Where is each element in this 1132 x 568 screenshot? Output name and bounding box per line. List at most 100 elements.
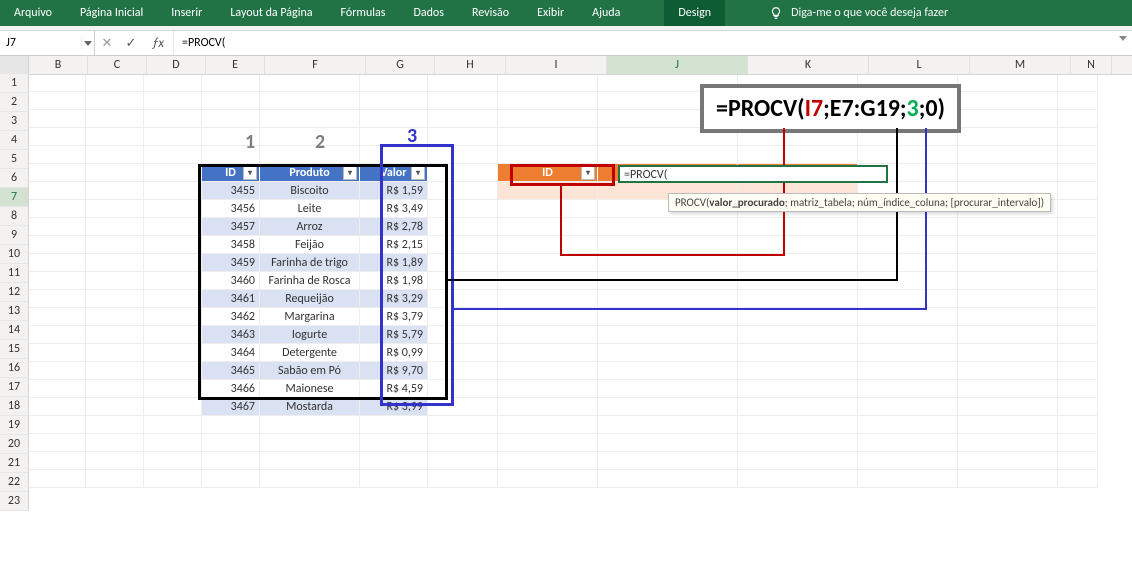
cell-C9[interactable] [86,218,144,236]
cell-D14[interactable] [144,308,202,326]
filter-icon[interactable]: ▾ [243,166,257,180]
cell-F2[interactable] [260,92,360,110]
cell-B19[interactable] [28,398,86,416]
row-header-18[interactable]: 18 [0,397,28,416]
cell-N5[interactable] [1058,146,1098,164]
cell-H2[interactable] [428,92,498,110]
cell-K12[interactable] [738,272,858,290]
cell-M14[interactable] [958,308,1058,326]
cell-I1[interactable] [498,74,598,92]
cell-N3[interactable] [1058,110,1098,128]
cell-K5[interactable] [738,146,858,164]
cell-H4[interactable] [428,128,498,146]
cell-J4[interactable] [598,128,738,146]
col-header-D[interactable]: D [147,56,206,74]
cell-J21[interactable] [598,434,738,452]
formula-input[interactable] [174,36,1114,50]
cell-L22[interactable] [858,452,958,470]
cell-C12[interactable] [86,272,144,290]
cell-E1[interactable] [202,74,260,92]
name-box[interactable] [0,36,81,50]
cell-G16[interactable]: R$ 0,99 [360,344,428,362]
cell-N6[interactable] [1058,164,1098,182]
cell-D7[interactable] [144,182,202,200]
filter-icon[interactable]: ▾ [581,166,595,180]
cell-G15[interactable]: R$ 5,79 [360,326,428,344]
cell-H20[interactable] [428,416,498,434]
cell-L6[interactable] [858,164,958,182]
cell-B6[interactable] [28,164,86,182]
tab-layout[interactable]: Layout da Página [216,0,326,26]
cell-B1[interactable] [28,74,86,92]
cell-B11[interactable] [28,254,86,272]
cell-H15[interactable] [428,326,498,344]
cell-J23[interactable] [598,470,738,488]
cell-B3[interactable] [28,110,86,128]
cell-N21[interactable] [1058,434,1098,452]
cell-F19[interactable]: Mostarda [260,398,360,416]
cell-F3[interactable] [260,110,360,128]
row-header-2[interactable]: 2 [0,93,28,112]
col-header-G[interactable]: G [366,56,435,74]
cell-G14[interactable]: R$ 3,79 [360,308,428,326]
cell-F18[interactable]: Maionese [260,380,360,398]
cell-E19[interactable]: 3467 [202,398,260,416]
cell-L12[interactable] [858,272,958,290]
row-header-9[interactable]: 9 [0,226,28,245]
cell-D20[interactable] [144,416,202,434]
cell-B17[interactable] [28,362,86,380]
cell-E16[interactable]: 3464 [202,344,260,362]
cell-E3[interactable] [202,110,260,128]
cell-B15[interactable] [28,326,86,344]
cell-K17[interactable] [738,362,858,380]
cell-L7[interactable] [858,182,958,200]
cell-N19[interactable] [1058,398,1098,416]
cell-I4[interactable] [498,128,598,146]
col-header-C[interactable]: C [88,56,147,74]
cell-M9[interactable] [958,218,1058,236]
cell-H13[interactable] [428,290,498,308]
row-header-4[interactable]: 4 [0,131,28,150]
cell-C18[interactable] [86,380,144,398]
row-header-20[interactable]: 20 [0,435,28,454]
cell-N16[interactable] [1058,344,1098,362]
cell-B18[interactable] [28,380,86,398]
col-header-F[interactable]: F [265,56,366,74]
name-box-dropdown[interactable] [81,36,94,50]
cell-D22[interactable] [144,452,202,470]
cell-E13[interactable]: 3461 [202,290,260,308]
row-header-5[interactable]: 5 [0,150,28,169]
cell-D18[interactable] [144,380,202,398]
cell-F8[interactable]: Leite [260,200,360,218]
cell-M8[interactable] [958,200,1058,218]
cell-D6[interactable] [144,164,202,182]
cell-M4[interactable] [958,128,1058,146]
cell-K10[interactable] [738,236,858,254]
cell-H22[interactable] [428,452,498,470]
cell-E23[interactable] [202,470,260,488]
cell-M15[interactable] [958,326,1058,344]
cell-C20[interactable] [86,416,144,434]
cell-K1[interactable] [738,74,858,92]
cell-I7[interactable] [498,182,598,200]
cell-G21[interactable] [360,434,428,452]
cell-E9[interactable]: 3457 [202,218,260,236]
cell-B16[interactable] [28,344,86,362]
cell-H3[interactable] [428,110,498,128]
tab-ajuda[interactable]: Ajuda [578,0,634,26]
cell-J14[interactable] [598,308,738,326]
cell-B13[interactable] [28,290,86,308]
row-header-21[interactable]: 21 [0,454,28,473]
row-header-1[interactable]: 1 [0,74,28,93]
cell-C1[interactable] [86,74,144,92]
cell-B10[interactable] [28,236,86,254]
cell-L10[interactable] [858,236,958,254]
cell-L23[interactable] [858,470,958,488]
cell-C11[interactable] [86,254,144,272]
cell-H11[interactable] [428,254,498,272]
row-header-8[interactable]: 8 [0,207,28,226]
cell-K19[interactable] [738,398,858,416]
row-header-22[interactable]: 22 [0,473,28,492]
cell-G19[interactable]: R$ 3,99 [360,398,428,416]
cell-M11[interactable] [958,254,1058,272]
